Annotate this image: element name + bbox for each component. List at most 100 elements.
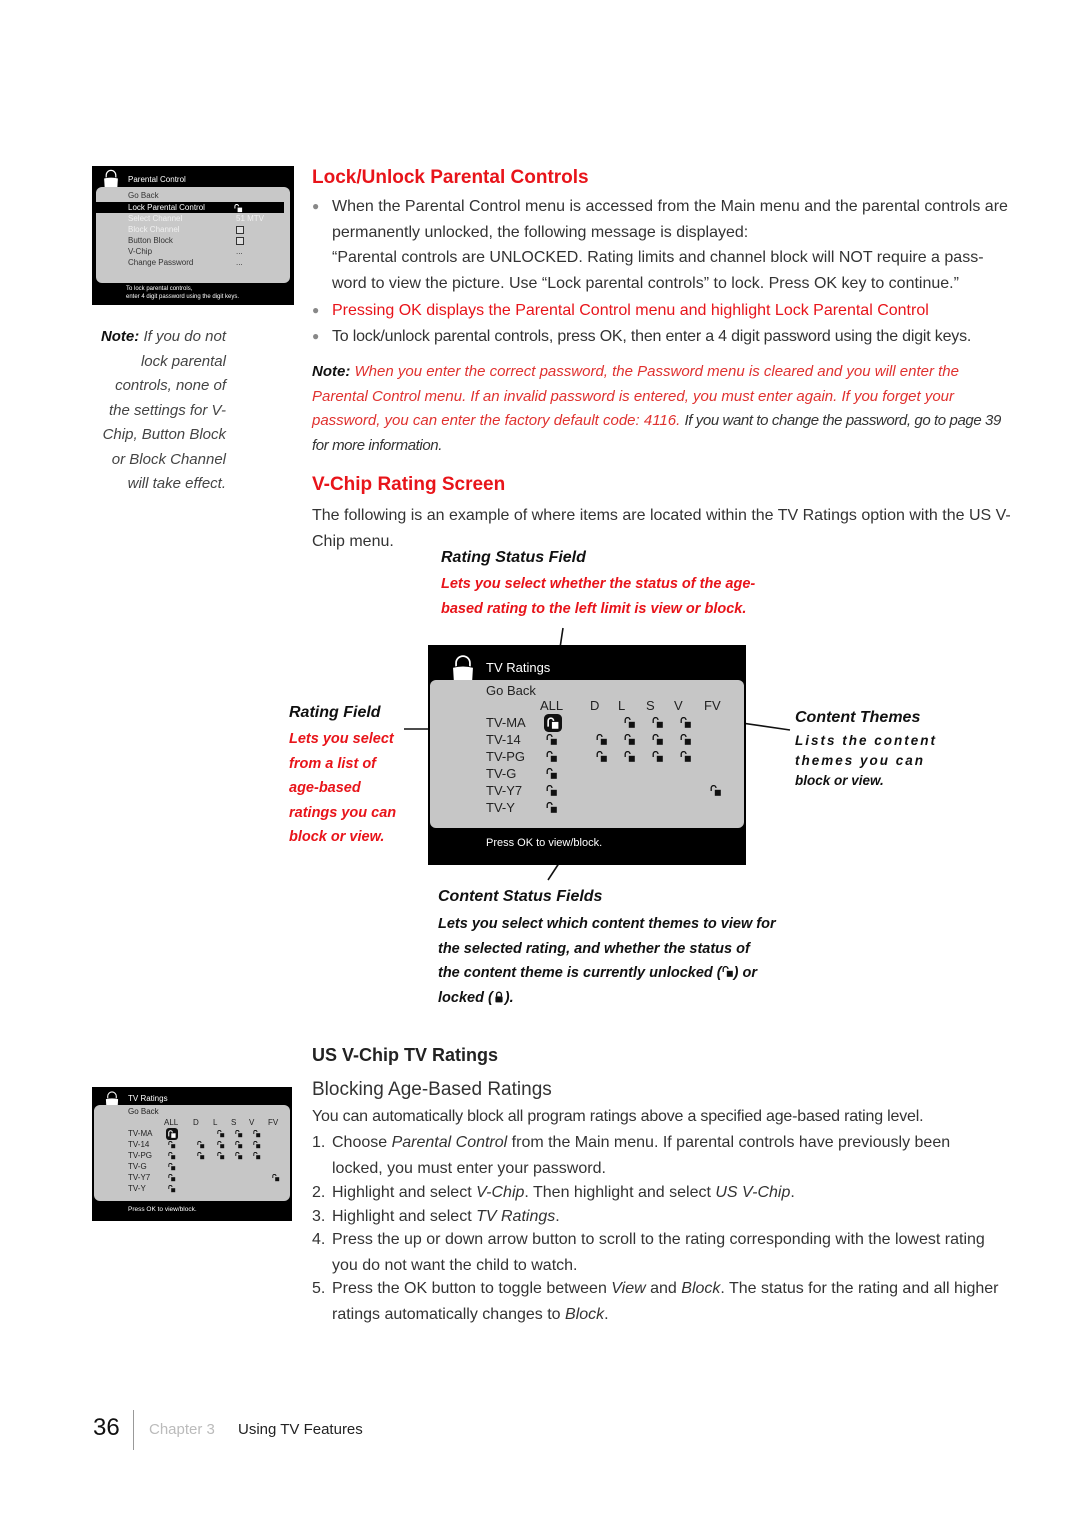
status-unlocked-icon[interactable] [168, 1163, 176, 1171]
osd-footer: Press OK to view/block. [486, 837, 603, 849]
step-number: 4. [312, 1231, 326, 1248]
emphasis: Block [681, 1280, 721, 1297]
rating-tv-y[interactable]: TV-Y [486, 800, 515, 815]
column-header-l: L [618, 698, 626, 713]
status-unlocked-icon[interactable] [235, 1141, 243, 1149]
rating-tv-pg[interactable]: TV-PG [486, 749, 525, 764]
callout-line: based rating to the left limit is view o… [441, 600, 747, 617]
osd-title: TV Ratings [128, 1094, 168, 1103]
rating-tv-14[interactable]: TV-14 [486, 732, 521, 747]
rating-tv-y7[interactable]: TV-Y7 [486, 783, 522, 798]
column-header-s: S [231, 1118, 237, 1127]
footer-divider [133, 1410, 134, 1450]
rating-tv-ma[interactable]: TV-MA [486, 715, 526, 730]
status-unlocked-icon[interactable] [217, 1141, 225, 1149]
status-unlocked-icon[interactable] [596, 751, 608, 763]
subheading-blocking-age-based: Blocking Age-Based Ratings [312, 1079, 552, 1100]
status-unlocked-icon[interactable] [197, 1141, 205, 1149]
emphasis: Block [565, 1305, 605, 1323]
status-unlocked-icon[interactable] [168, 1141, 176, 1149]
status-unlocked-icon[interactable] [272, 1174, 280, 1182]
step-number: 2. [312, 1184, 326, 1201]
callout-desc-rating-status: Lets you select whether the status of th… [441, 572, 755, 621]
rating-tv-14[interactable]: TV-14 [128, 1140, 149, 1149]
text: and [645, 1280, 682, 1297]
status-unlocked-icon[interactable] [680, 734, 692, 746]
status-unlocked-icon[interactable] [680, 751, 692, 763]
rating-tv-y[interactable]: TV-Y [128, 1184, 146, 1193]
status-unlocked-icon[interactable] [624, 717, 636, 729]
status-unlocked-icon[interactable] [168, 1185, 176, 1193]
step-text: Choose Parental Control from the Main me… [332, 1130, 1002, 1181]
chapter-title: Using TV Features [238, 1421, 363, 1438]
status-unlocked-icon[interactable] [253, 1152, 261, 1160]
chapter-label: Chapter 3 [149, 1421, 215, 1438]
status-unlocked-icon[interactable] [253, 1130, 261, 1138]
callout-line: Lets you select whether the status of th… [441, 576, 756, 592]
text: . [555, 1208, 560, 1225]
status-unlocked-icon[interactable] [217, 1130, 225, 1138]
emphasis: TV Ratings [476, 1208, 556, 1225]
callout-line: Lets you select [289, 731, 394, 747]
text: Press the OK button to toggle between [332, 1280, 612, 1297]
text: Choose [332, 1134, 392, 1151]
status-selected-unlocked-icon[interactable] [543, 714, 562, 732]
text: Highlight and select [332, 1208, 477, 1225]
column-header-fv: FV [268, 1118, 279, 1127]
status-unlocked-icon[interactable] [652, 717, 664, 729]
status-unlocked-icon[interactable] [235, 1130, 243, 1138]
rating-tv-g[interactable]: TV-G [128, 1162, 147, 1171]
status-unlocked-icon[interactable] [710, 785, 722, 797]
status-unlocked-icon[interactable] [596, 734, 608, 746]
rating-tv-y7[interactable]: TV-Y7 [128, 1173, 150, 1182]
callout-desc-content-themes: Lists the content themes you can block o… [795, 731, 937, 791]
rating-tv-ma[interactable]: TV-MA [128, 1129, 152, 1138]
callout-text: ) or [733, 965, 757, 981]
callout-line: the selected rating, and whether the sta… [438, 940, 750, 957]
status-unlocked-icon[interactable] [168, 1152, 176, 1160]
menu-item-go-back[interactable]: Go Back [486, 683, 536, 698]
step-number: 3. [312, 1208, 326, 1225]
emphasis: US V-Chip [715, 1184, 791, 1201]
tv-ratings-screenshot-large: TV Ratings Go Back ALL D L S V FV TV-MA TV-14 TV… [428, 645, 746, 865]
step-text: Highlight and select V-Chip. Then highli… [332, 1180, 1002, 1206]
callout-line: block or view. [289, 829, 385, 845]
status-unlocked-icon[interactable] [217, 1152, 225, 1160]
rating-tv-pg[interactable]: TV-PG [128, 1151, 152, 1160]
step-text: Press the OK button to toggle between Vi… [332, 1276, 1002, 1327]
status-unlocked-icon[interactable] [624, 734, 636, 746]
status-unlocked-icon[interactable] [546, 785, 558, 797]
step-text: Highlight and select TV Ratings. [332, 1204, 1002, 1230]
text: . [790, 1184, 795, 1201]
section-intro: You can automatically block all program … [312, 1108, 924, 1125]
callout-desc-rating-field: Lets you select from a list of age-based… [289, 727, 396, 850]
status-unlocked-icon[interactable] [546, 751, 558, 763]
callout-text: locked ( [438, 989, 493, 1006]
column-header-all: ALL [164, 1118, 179, 1127]
column-header-v: V [249, 1118, 255, 1127]
status-selected-unlocked-icon[interactable] [166, 1128, 179, 1140]
callout-line: locked (). [438, 986, 776, 1011]
column-header-v: V [674, 698, 683, 713]
status-unlocked-icon[interactable] [168, 1174, 176, 1182]
rating-tv-g[interactable]: TV-G [486, 766, 516, 781]
status-unlocked-icon[interactable] [652, 734, 664, 746]
status-unlocked-icon[interactable] [546, 768, 558, 780]
text: . Then highlight and select [524, 1184, 716, 1201]
status-unlocked-icon[interactable] [235, 1152, 243, 1160]
status-unlocked-icon[interactable] [652, 751, 664, 763]
locked-icon [493, 991, 505, 1003]
callout-title-rating-field: Rating Field [289, 704, 381, 721]
callout-line: ratings you can [289, 804, 397, 821]
callout-title-rating-status: Rating Status Field [441, 549, 586, 566]
status-unlocked-icon[interactable] [624, 751, 636, 763]
text: Highlight and select [332, 1184, 477, 1201]
status-unlocked-icon[interactable] [197, 1152, 205, 1160]
status-unlocked-icon[interactable] [253, 1141, 261, 1149]
status-unlocked-icon[interactable] [546, 734, 558, 746]
status-unlocked-icon[interactable] [546, 802, 558, 814]
menu-item-go-back[interactable]: Go Back [128, 1107, 159, 1116]
status-unlocked-icon[interactable] [680, 717, 692, 729]
osd-footer: Press OK to view/block. [128, 1206, 197, 1213]
column-header-s: S [646, 698, 655, 713]
